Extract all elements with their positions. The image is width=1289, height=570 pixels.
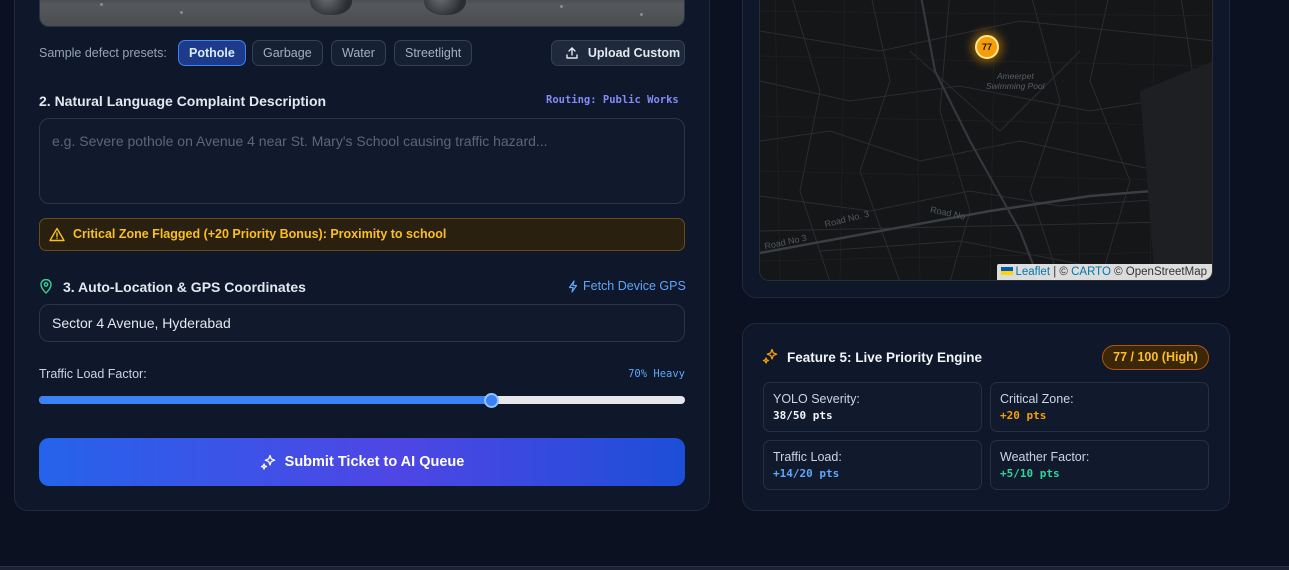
metric-critical-zone: Critical Zone: +20 pts xyxy=(990,382,1209,432)
sparkles-icon xyxy=(762,348,778,364)
bottom-divider xyxy=(0,566,1289,570)
traffic-load-value: 70% Heavy xyxy=(628,368,685,380)
preset-water-button[interactable]: Water xyxy=(331,40,386,66)
upload-custom-button[interactable]: Upload Custom xyxy=(551,40,685,66)
description-section-title: 2. Natural Language Complaint Descriptio… xyxy=(39,93,327,109)
slider-fill xyxy=(39,396,492,404)
location-input[interactable] xyxy=(39,304,685,342)
metric-label: YOLO Severity: xyxy=(773,392,860,406)
preset-pothole-button[interactable]: Pothole xyxy=(178,40,246,66)
osm-attribution: © OpenStreetMap xyxy=(1114,266,1207,278)
priority-engine-title: Feature 5: Live Priority Engine xyxy=(787,350,983,365)
metric-label: Critical Zone: xyxy=(1000,392,1074,406)
location-map[interactable]: 77 Ameerpet Swimming Pool Road No 3 Road… xyxy=(759,0,1213,281)
metric-value: +20 pts xyxy=(1000,409,1047,422)
metric-value: +14/20 pts xyxy=(773,467,840,480)
complaint-description-input[interactable] xyxy=(39,118,685,204)
gravel-speck xyxy=(100,3,103,6)
slider-thumb[interactable] xyxy=(483,393,499,408)
metric-yolo-severity: YOLO Severity: 38/50 pts xyxy=(763,382,982,432)
presets-label: Sample defect presets: xyxy=(39,46,167,60)
shoe-shape xyxy=(424,0,466,15)
metric-label: Weather Factor: xyxy=(1000,450,1090,464)
preset-garbage-button[interactable]: Garbage xyxy=(252,40,323,66)
report-panel xyxy=(14,0,710,511)
ukraine-flag-icon xyxy=(1000,267,1013,275)
warning-text: Critical Zone Flagged (+20 Priority Bonu… xyxy=(73,227,447,241)
map-place-line: Ameerpet xyxy=(996,71,1034,81)
metric-value: +5/10 pts xyxy=(1000,467,1060,480)
priority-marker[interactable]: 77 xyxy=(975,35,999,59)
traffic-load-slider[interactable] xyxy=(39,396,685,404)
priority-score-badge: 77 / 100 (High) xyxy=(1102,345,1209,370)
metric-label: Traffic Load: xyxy=(773,450,842,464)
map-place-label: Ameerpet Swimming Pool xyxy=(986,71,1045,91)
gravel-speck xyxy=(560,5,563,8)
shoe-shape xyxy=(310,0,352,15)
submit-ticket-label: Submit Ticket to AI Queue xyxy=(284,454,465,470)
location-section-title: 3. Auto-Location & GPS Coordinates xyxy=(63,279,306,295)
map-pin-icon xyxy=(40,279,52,294)
lightning-icon xyxy=(568,280,578,293)
map-place-line: Swimming Pool xyxy=(986,81,1045,91)
routing-label: Routing: Public Works xyxy=(546,94,679,106)
gravel-speck xyxy=(640,13,643,16)
upload-custom-label: Upload Custom xyxy=(587,46,681,60)
leaflet-link[interactable]: Leaflet xyxy=(1016,266,1051,278)
attribution-separator: | © xyxy=(1053,266,1068,278)
fetch-gps-label: Fetch Device GPS xyxy=(583,279,686,293)
sparkles-icon xyxy=(260,454,276,470)
critical-zone-warning: Critical Zone Flagged (+20 Priority Bonu… xyxy=(39,218,685,251)
fetch-gps-button[interactable]: Fetch Device GPS xyxy=(568,279,686,293)
metric-traffic-load: Traffic Load: +14/20 pts xyxy=(763,440,982,490)
carto-link[interactable]: CARTO xyxy=(1071,266,1111,278)
warning-icon xyxy=(49,227,65,242)
gravel-speck xyxy=(180,11,183,14)
metric-weather-factor: Weather Factor: +5/10 pts xyxy=(990,440,1209,490)
traffic-load-label: Traffic Load Factor: xyxy=(39,367,147,381)
map-attribution: Leaflet | © CARTO © OpenStreetMap xyxy=(996,264,1212,280)
submit-ticket-button[interactable]: Submit Ticket to AI Queue xyxy=(39,438,685,486)
preset-streetlight-button[interactable]: Streetlight xyxy=(394,40,473,66)
upload-icon xyxy=(566,47,578,59)
metric-value: 38/50 pts xyxy=(773,409,833,422)
defect-photo-preview xyxy=(39,0,685,27)
